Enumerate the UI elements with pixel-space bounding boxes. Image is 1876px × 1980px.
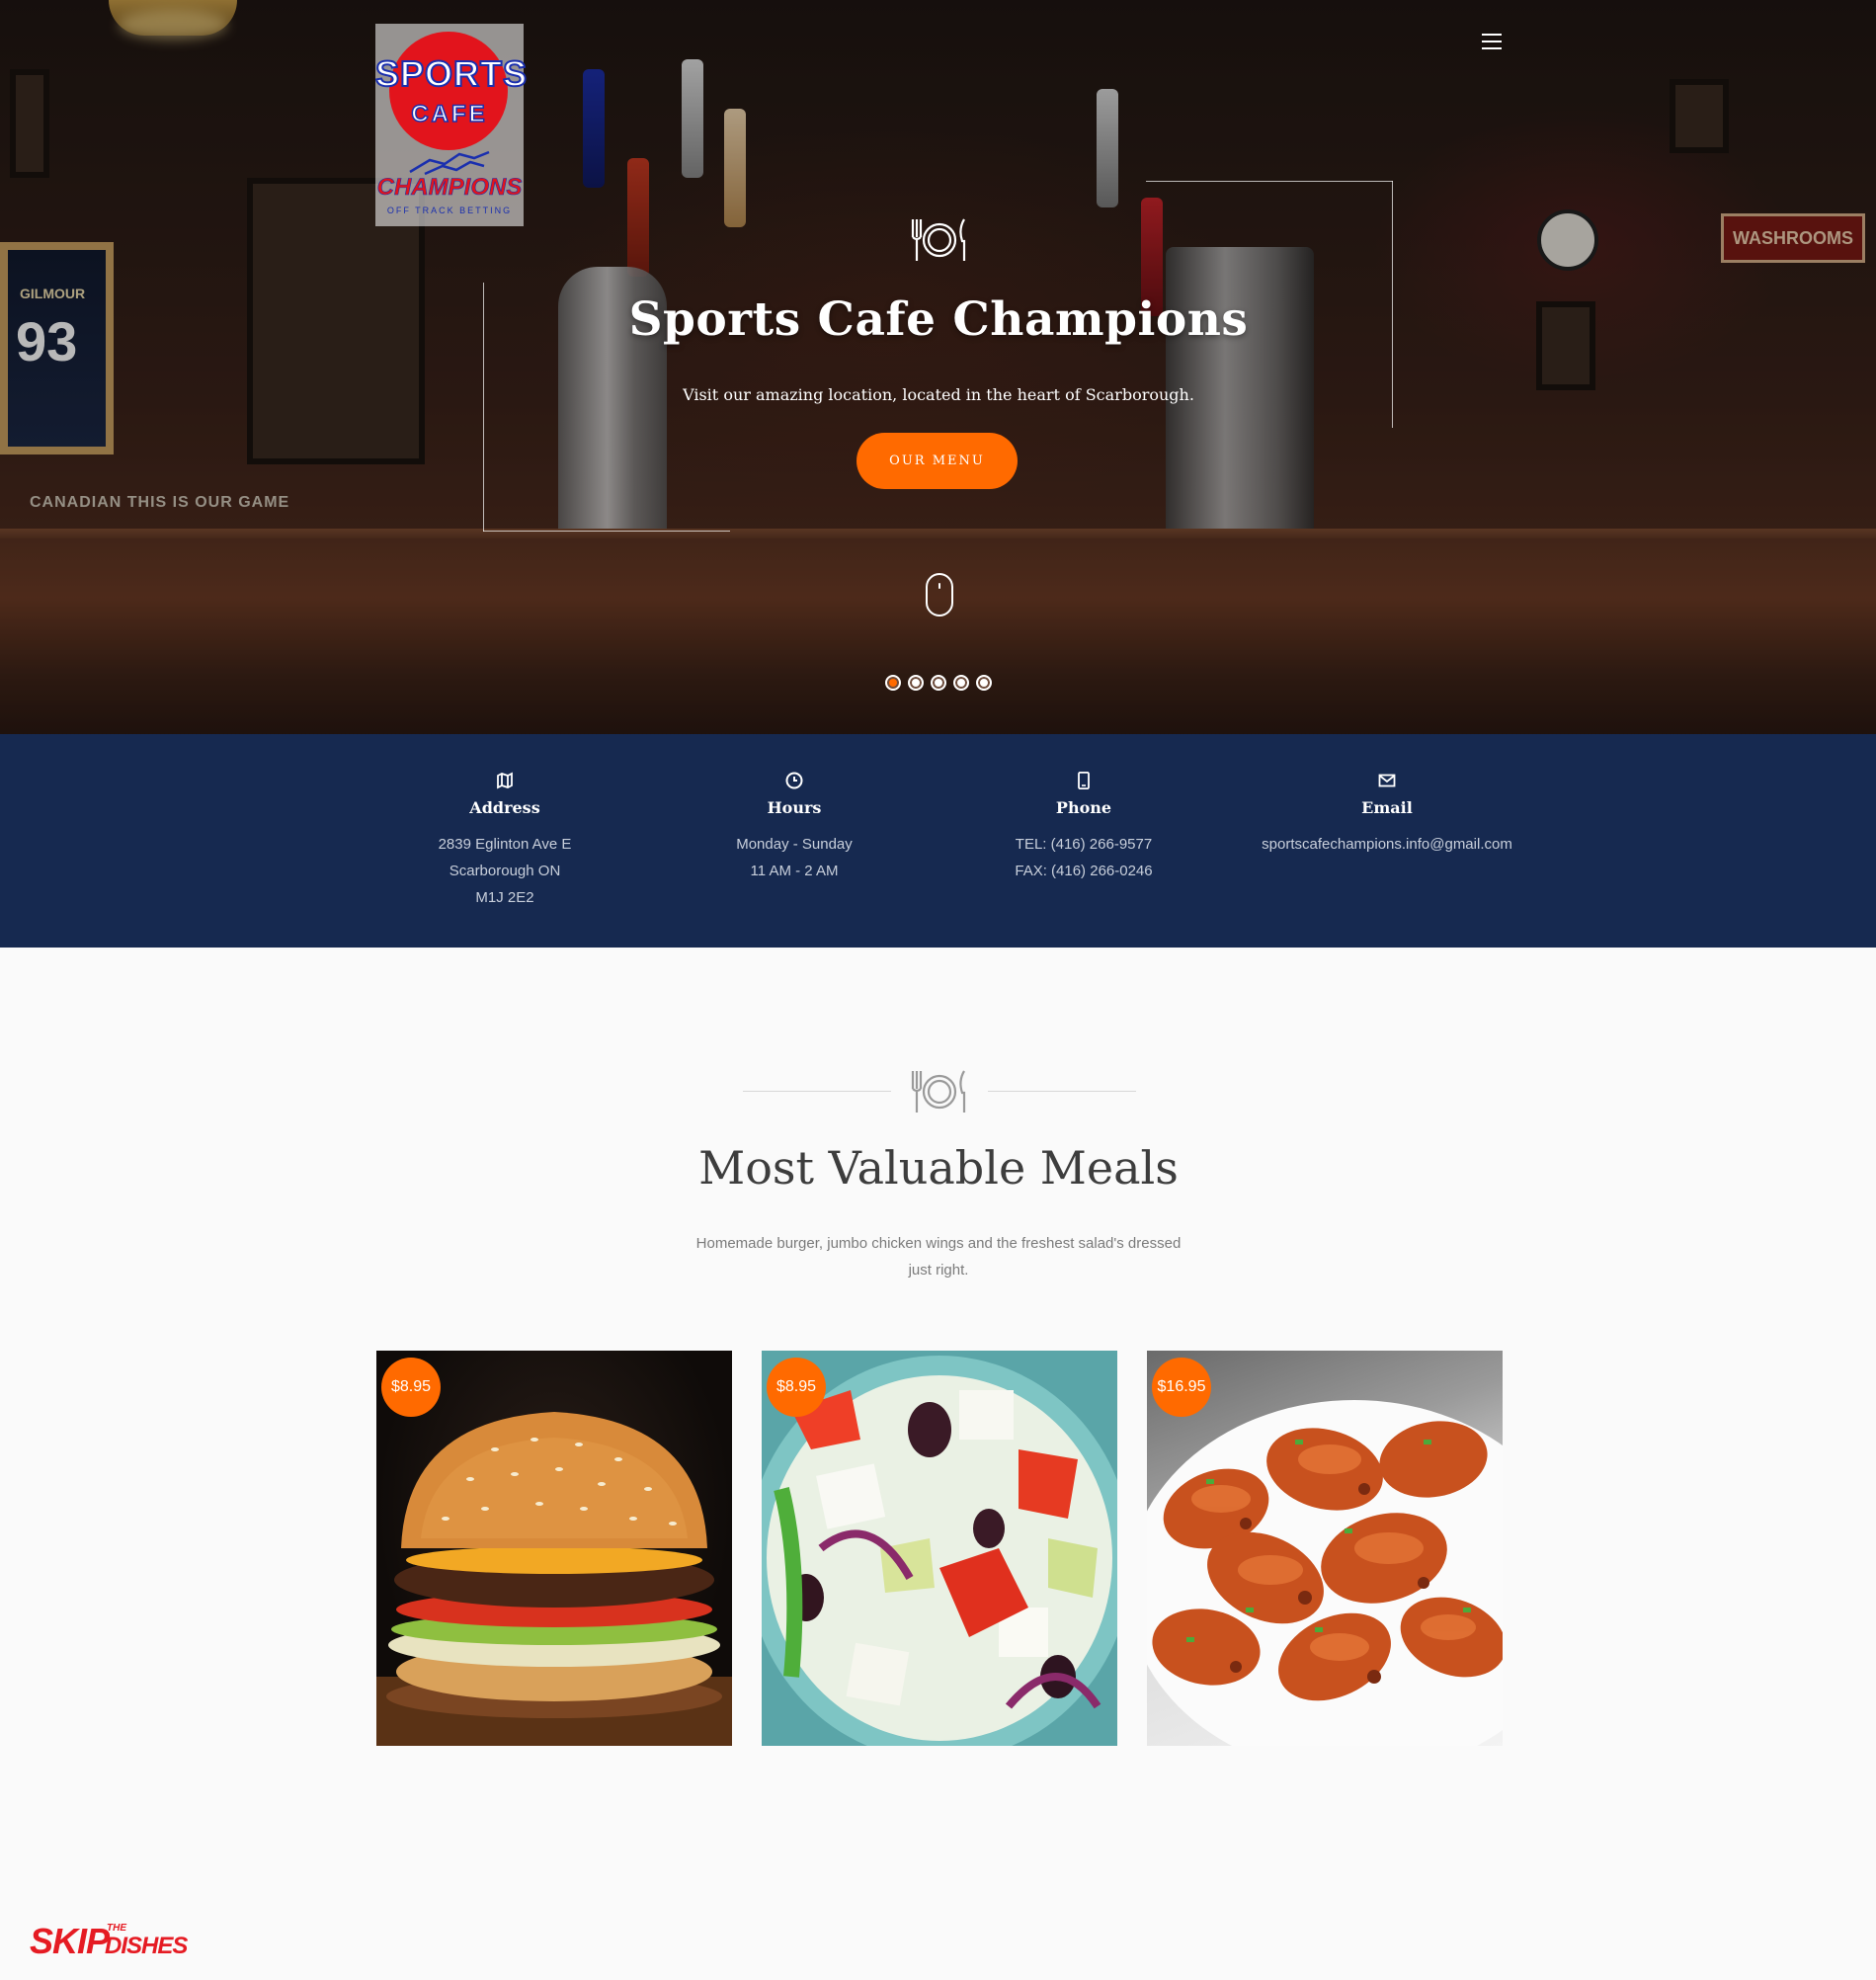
logo-text-otb: OFF TRACK BETTING bbox=[386, 206, 513, 215]
meals-heading: Most Valuable Meals bbox=[698, 1141, 1179, 1195]
address-line: Scarborough ON bbox=[449, 863, 561, 879]
meals-description-line: Homemade burger, jumbo chicken wings and… bbox=[695, 1235, 1182, 1252]
slider-dot-3[interactable] bbox=[931, 675, 946, 691]
frame-line-right bbox=[1392, 181, 1393, 428]
hero-overlay bbox=[0, 0, 1876, 734]
mobile-phone-icon bbox=[1078, 772, 1090, 789]
slider-dot-4[interactable] bbox=[953, 675, 969, 691]
address-line: 2839 Eglinton Ave E bbox=[438, 836, 572, 853]
address-line: M1J 2E2 bbox=[475, 889, 534, 906]
meals-description: Homemade burger, jumbo chicken wings and… bbox=[652, 1230, 1225, 1283]
price-badge: $8.95 bbox=[381, 1358, 441, 1417]
hours-title: Hours bbox=[767, 798, 822, 817]
contact-info-bar: Address 2839 Eglinton Ave E Scarborough … bbox=[0, 734, 1876, 948]
meal-card-salad[interactable]: $8.95 bbox=[762, 1351, 1117, 1746]
frame-line-bottom bbox=[483, 531, 730, 532]
slider-dot-1[interactable] bbox=[885, 675, 901, 691]
price-badge: $16.95 bbox=[1152, 1358, 1211, 1417]
logo-text-champions: CHAMPIONS bbox=[376, 174, 523, 202]
hamburger-menu-icon[interactable] bbox=[1482, 34, 1504, 49]
hours-line: 11 AM - 2 AM bbox=[750, 863, 839, 879]
slider-dots bbox=[885, 675, 992, 693]
mouse-scroll-icon[interactable] bbox=[926, 573, 953, 617]
hours-line: Monday - Sunday bbox=[736, 836, 853, 853]
email-title: Email bbox=[1361, 798, 1413, 817]
meal-card-wings[interactable]: $16.95 bbox=[1147, 1351, 1503, 1746]
address-title: Address bbox=[469, 798, 540, 817]
phone-title: Phone bbox=[1055, 798, 1112, 817]
meals-description-line: just right. bbox=[908, 1262, 969, 1279]
email-address[interactable]: sportscafechampions.info@gmail.com bbox=[1209, 836, 1565, 853]
price-badge: $8.95 bbox=[767, 1358, 826, 1417]
logo-text-cafe: CAFE bbox=[411, 100, 488, 128]
hero-subtitle: Visit our amazing location, located in t… bbox=[683, 385, 1194, 404]
phone-tel[interactable]: TEL: (416) 266-9577 bbox=[936, 836, 1232, 853]
frame-line-top bbox=[1146, 181, 1393, 182]
map-icon bbox=[497, 772, 513, 789]
divider-line-right bbox=[988, 1091, 1136, 1092]
clock-icon bbox=[785, 772, 803, 789]
cutlery-plate-icon bbox=[911, 218, 966, 261]
slider-dot-2[interactable] bbox=[908, 675, 924, 691]
skip-dishes-word: DISHES bbox=[105, 1933, 188, 1959]
skip-word: SKIP bbox=[30, 1921, 110, 1961]
skip-the-dishes-link[interactable]: SKIP THE DISHES bbox=[30, 1921, 188, 1962]
phone-fax: FAX: (416) 266-0246 bbox=[1015, 863, 1153, 879]
slider-dot-5[interactable] bbox=[976, 675, 992, 691]
divider-line-left bbox=[743, 1091, 891, 1092]
hero-title: Sports Cafe Champions bbox=[628, 292, 1249, 347]
site-logo[interactable]: SPORTS CAFE CHAMPIONS OFF TRACK BETTING bbox=[374, 24, 529, 226]
envelope-icon bbox=[1378, 774, 1396, 787]
cutlery-plate-icon bbox=[911, 1070, 966, 1113]
meal-card-burger[interactable]: $8.95 bbox=[376, 1351, 732, 1746]
frame-line-left bbox=[483, 283, 484, 532]
hero-slider: GILMOUR 93 WASHROOMS CANADIAN THIS IS OU… bbox=[0, 0, 1876, 734]
our-menu-button[interactable]: OUR MENU bbox=[856, 433, 1018, 489]
logo-text-sports: SPORTS bbox=[374, 52, 529, 95]
